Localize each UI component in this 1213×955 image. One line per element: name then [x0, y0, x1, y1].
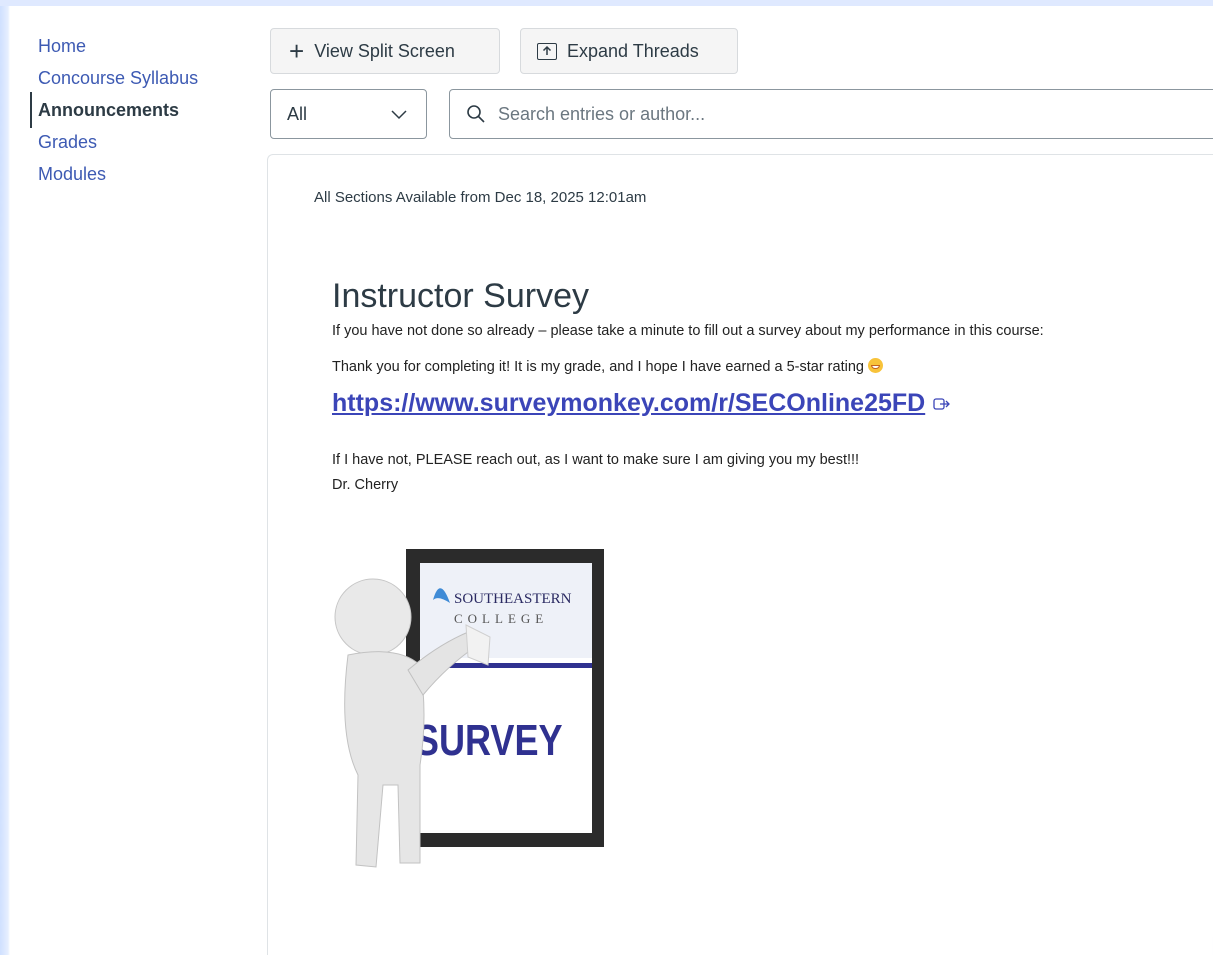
survey-illustration: SOUTHEASTERN COLLEGE SURVEY [334, 549, 604, 868]
search-icon [467, 105, 485, 123]
page: Home Concourse Syllabus Announcements Gr… [10, 6, 1213, 955]
course-nav: Home Concourse Syllabus Announcements Gr… [10, 34, 260, 194]
external-link-icon [933, 398, 951, 411]
paragraph-thanks: Thank you for completing it! It is my gr… [332, 358, 883, 375]
paragraph-intro: If you have not done so already – please… [332, 323, 1044, 339]
view-split-screen-label: View Split Screen [314, 40, 455, 61]
expand-threads-label: Expand Threads [567, 40, 699, 61]
sign-college-top: SOUTHEASTERN [454, 591, 572, 607]
thanks-text: Thank you for completing it! It is my gr… [332, 359, 864, 375]
search-input[interactable]: Search entries or author... [449, 89, 1213, 139]
sign-word: SURVEY [415, 716, 563, 765]
announcement-panel: All Sections Available from Dec 18, 2025… [267, 154, 1213, 955]
search-placeholder: Search entries or author... [498, 103, 706, 124]
paragraph-reach-out: If I have not, PLEASE reach out, as I wa… [332, 452, 860, 468]
nav-item-announcements[interactable]: Announcements [10, 92, 260, 130]
expand-threads-button[interactable]: Expand Threads [520, 28, 738, 74]
nav-item-modules[interactable]: Modules [10, 162, 260, 194]
availability-text: All Sections Available from Dec 18, 2025… [314, 189, 647, 206]
survey-link[interactable]: https://www.surveymonkey.com/r/SECOnline… [332, 389, 951, 418]
plus-icon: + [289, 36, 305, 66]
nav-item-home[interactable]: Home [10, 34, 260, 66]
sign-college-bottom: COLLEGE [454, 611, 548, 626]
survey-link-text[interactable]: https://www.surveymonkey.com/r/SECOnline… [332, 389, 925, 417]
nav-item-syllabus[interactable]: Concourse Syllabus [10, 66, 260, 98]
expand-icon [537, 42, 557, 60]
view-split-screen-button[interactable]: + View Split Screen [270, 28, 500, 74]
filter-selected-value: All [287, 103, 308, 124]
filter-select[interactable]: All [270, 89, 427, 139]
grin-emoji-icon [867, 358, 883, 373]
signature: Dr. Cherry [332, 477, 399, 493]
chevron-down-icon [391, 110, 407, 120]
announcement-title: Instructor Survey [332, 277, 589, 315]
nav-item-grades[interactable]: Grades [10, 130, 260, 162]
